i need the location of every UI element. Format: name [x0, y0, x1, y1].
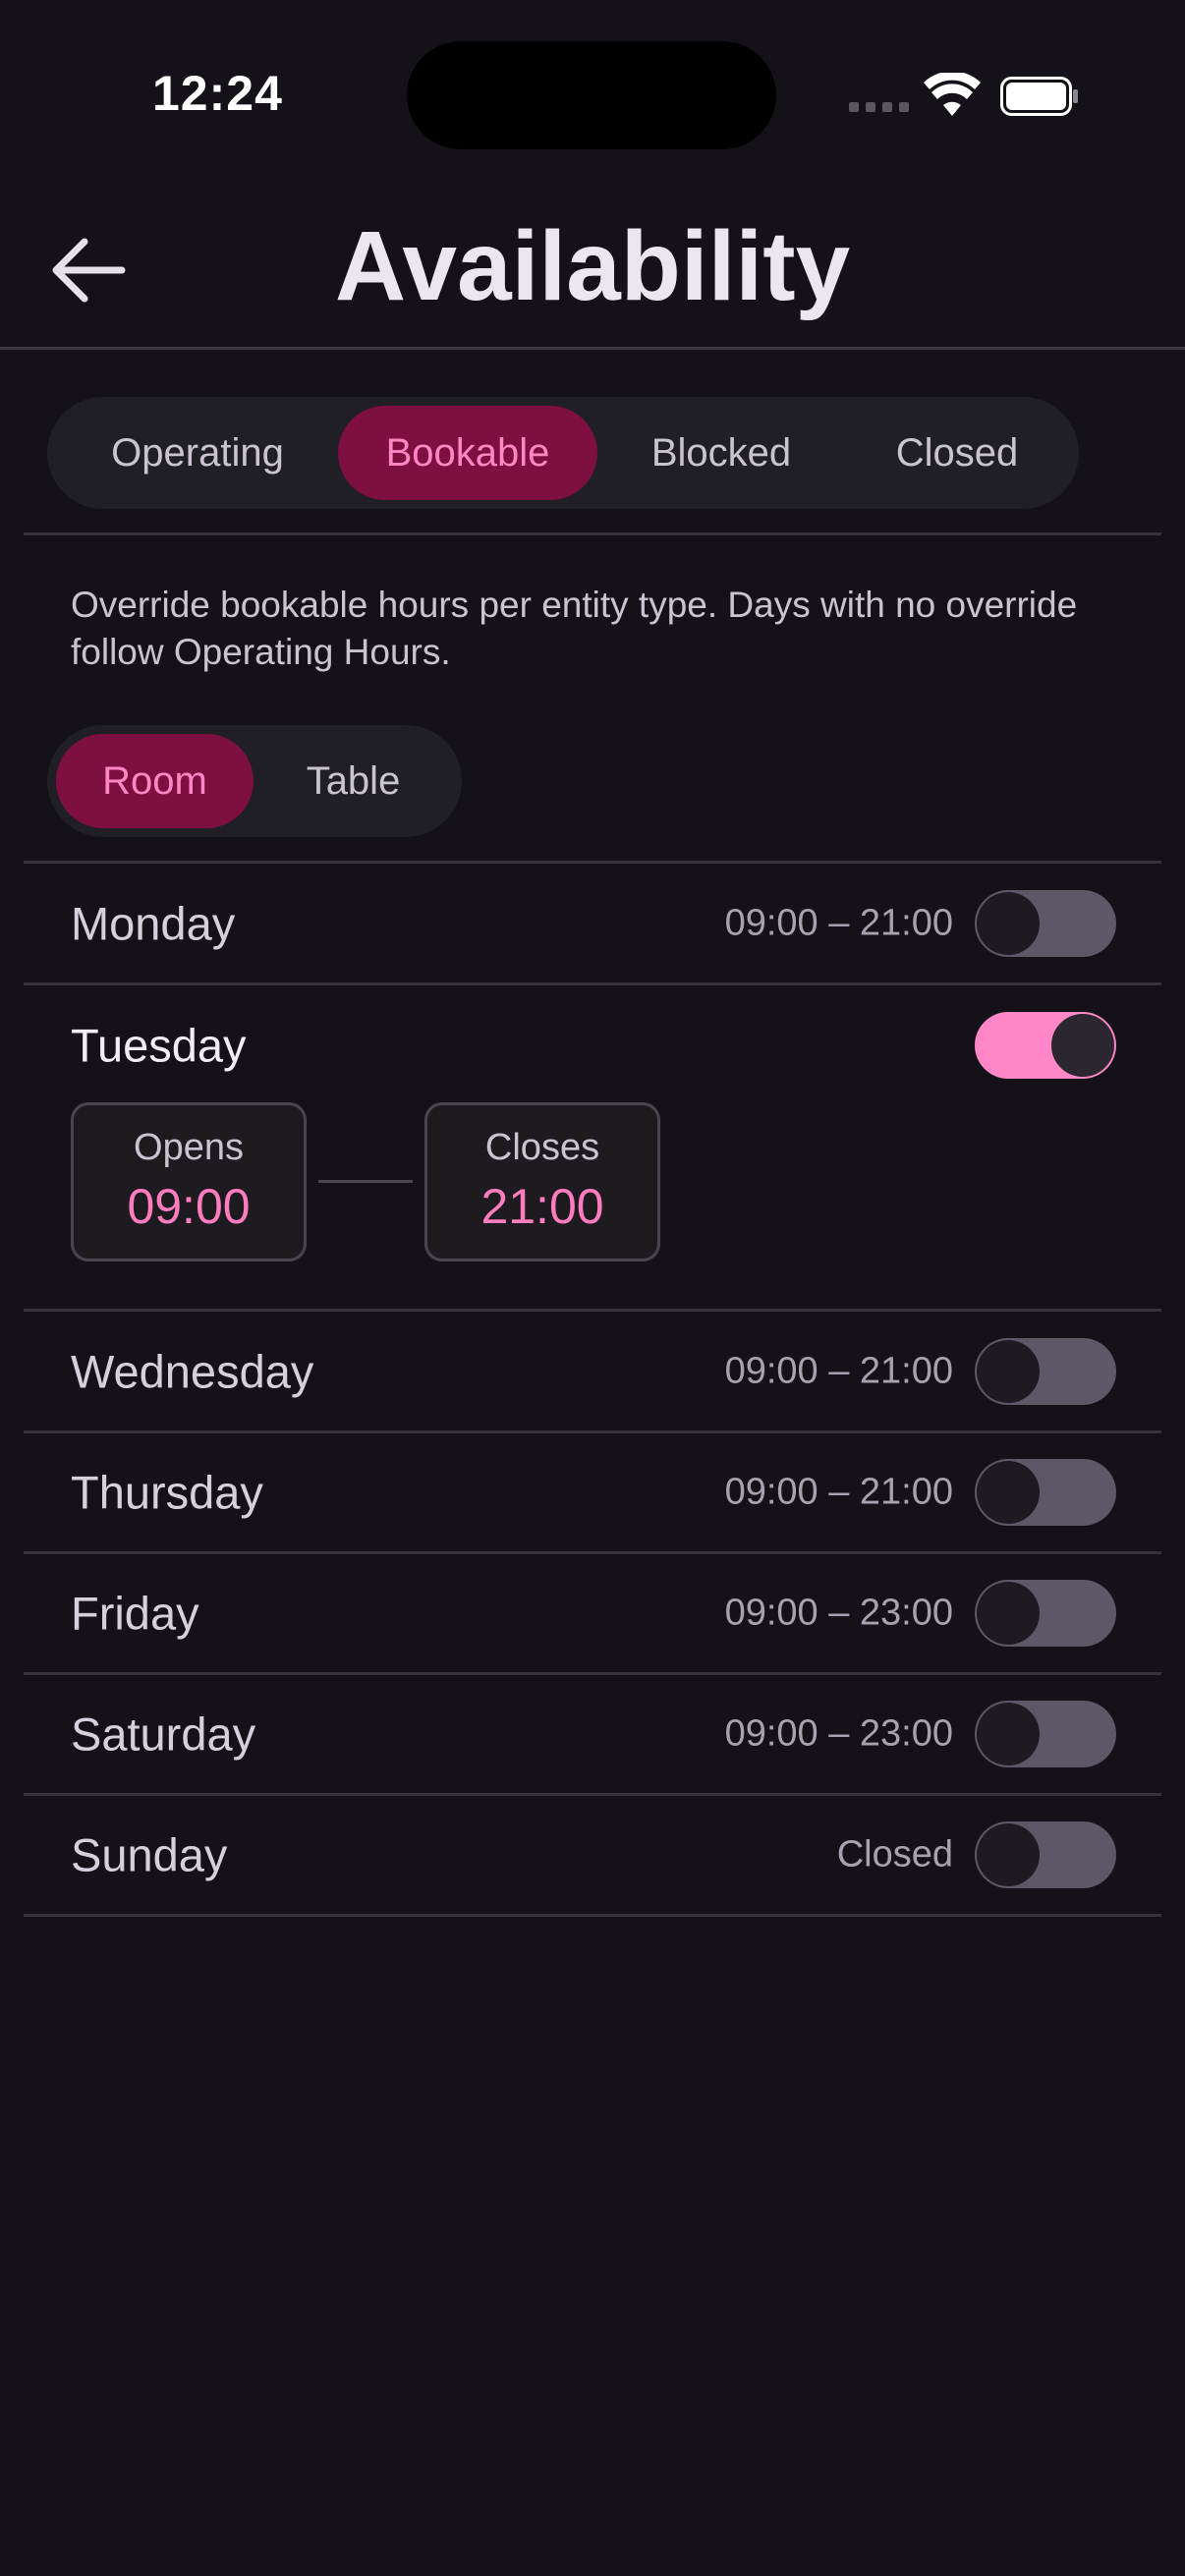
tab-closed[interactable]: Closed — [845, 406, 1069, 500]
day-name: Friday — [71, 1587, 199, 1640]
divider — [24, 1309, 1161, 1312]
wifi-icon — [924, 73, 981, 116]
closes-label: Closes — [484, 1127, 600, 1168]
day-name: Monday — [71, 897, 236, 950]
tab-blocked[interactable]: Blocked — [597, 406, 845, 500]
divider — [24, 861, 1161, 864]
day-row-sunday: Sunday Closed — [24, 1796, 1161, 1914]
day-name: Thursday — [71, 1466, 263, 1519]
entity-type-selector: Room Table — [47, 725, 462, 837]
day-row-monday: Monday 09:00 – 21:00 — [24, 865, 1161, 982]
status-time: 12:24 — [152, 66, 283, 121]
availability-type-tabs: Operating Bookable Blocked Closed — [47, 397, 1079, 509]
opens-value: 09:00 — [127, 1179, 251, 1234]
day-row-thursday: Thursday 09:00 – 21:00 — [24, 1433, 1161, 1551]
day-row-friday: Friday 09:00 – 23:00 — [24, 1554, 1161, 1672]
opens-label: Opens — [134, 1127, 244, 1168]
opens-time-picker[interactable]: Opens 09:00 — [71, 1102, 307, 1261]
day-hours: 09:00 – 23:00 — [724, 1712, 953, 1755]
day-row-saturday: Saturday 09:00 – 23:00 — [24, 1675, 1161, 1793]
day-row-tuesday: Tuesday — [24, 986, 1161, 1104]
description-text: Override bookable hours per entity type.… — [71, 585, 1078, 672]
closes-time-picker[interactable]: Closes 21:00 — [424, 1102, 660, 1261]
cellular-signal-icon — [849, 102, 909, 112]
day-row-wednesday: Wednesday 09:00 – 21:00 — [24, 1313, 1161, 1430]
day-hours: 09:00 – 21:00 — [724, 902, 953, 944]
battery-icon — [1000, 77, 1078, 116]
divider — [24, 982, 1161, 985]
override-toggle-sunday[interactable] — [975, 1821, 1116, 1888]
day-name: Sunday — [71, 1828, 228, 1881]
closes-value: 21:00 — [480, 1179, 604, 1234]
tab-operating[interactable]: Operating — [57, 406, 338, 500]
override-toggle-wednesday[interactable] — [975, 1338, 1116, 1405]
override-toggle-thursday[interactable] — [975, 1459, 1116, 1526]
divider — [24, 532, 1161, 535]
day-hours: 09:00 – 21:00 — [724, 1471, 953, 1513]
day-name: Saturday — [71, 1708, 256, 1761]
status-bar: 12:24 — [0, 0, 1185, 187]
day-hours: 09:00 – 21:00 — [724, 1350, 953, 1392]
override-toggle-monday[interactable] — [975, 890, 1116, 957]
entity-type-room[interactable]: Room — [56, 734, 254, 828]
day-hours: 09:00 – 23:00 — [724, 1592, 953, 1634]
day-hours: Closed — [836, 1833, 953, 1876]
time-range-connector — [318, 1180, 413, 1183]
override-toggle-friday[interactable] — [975, 1580, 1116, 1647]
app-bar: Availability — [0, 187, 1185, 350]
day-name: Wednesday — [71, 1345, 314, 1398]
page-title: Availability — [334, 211, 851, 321]
override-toggle-tuesday[interactable] — [975, 1012, 1116, 1079]
day-name: Tuesday — [71, 1019, 247, 1072]
entity-type-table[interactable]: Table — [254, 734, 453, 828]
divider — [24, 1914, 1161, 1917]
tab-bookable[interactable]: Bookable — [338, 406, 597, 500]
dynamic-island — [407, 41, 776, 149]
override-toggle-saturday[interactable] — [975, 1701, 1116, 1767]
